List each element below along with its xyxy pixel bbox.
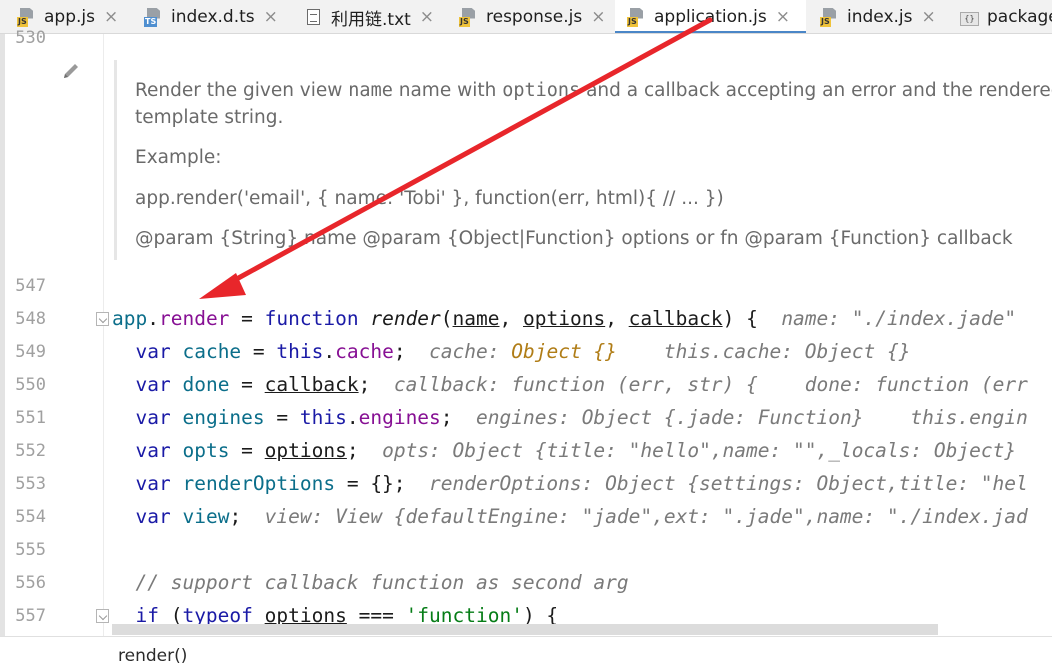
tab-exploit-chain-txt[interactable]: 利用链.txt ×	[290, 0, 450, 33]
tab-label: package	[987, 7, 1052, 27]
ts-file-icon: TS	[144, 7, 163, 27]
code-line-552[interactable]: var opts = options; opts: Object {title:…	[112, 434, 1016, 467]
line-number: 551	[15, 408, 46, 428]
tab-label: 利用链.txt	[331, 9, 411, 30]
active-tab-indicator	[615, 31, 806, 33]
line-number: 552	[15, 441, 46, 461]
doc-example-code: app.render('email', { name: 'Tobi' }, fu…	[135, 188, 724, 209]
line-number: 547	[15, 276, 46, 296]
code-line-554[interactable]: var view; view: View {defaultEngine: "ja…	[112, 500, 1028, 533]
tab-label: app.js	[44, 7, 95, 27]
close-icon[interactable]: ×	[776, 7, 790, 27]
edit-doc-pencil-icon[interactable]	[60, 60, 82, 82]
tab-label: application.js	[654, 7, 767, 27]
inline-debug-value: opts: Object {title: "hello",name: "",_l…	[382, 439, 1017, 462]
code-line-556[interactable]: // support callback function as second a…	[112, 566, 628, 599]
close-icon[interactable]: ×	[591, 7, 605, 27]
tab-package-json[interactable]: {} package	[948, 0, 1052, 33]
line-number: 553	[15, 474, 46, 494]
fold-toggle-icon[interactable]	[96, 312, 109, 326]
doc-params: @param {String} name @param {Object|Func…	[135, 228, 1013, 249]
fold-toggle-icon[interactable]	[96, 609, 109, 623]
line-number: 557	[15, 606, 46, 626]
code-line-548[interactable]: app.render = function render(name, optio…	[112, 302, 1028, 335]
line-number: 554	[15, 507, 46, 527]
text-file-icon	[304, 8, 323, 27]
close-icon[interactable]: ×	[420, 7, 434, 27]
inline-debug-value: callback: function (err, str) { done: fu…	[393, 373, 1028, 396]
line-number: 549	[15, 342, 46, 362]
code-line-553[interactable]: var renderOptions = {}; renderOptions: O…	[112, 467, 1028, 500]
line-number: 555	[15, 540, 46, 560]
tab-label: response.js	[486, 7, 583, 27]
tab-application-js[interactable]: JS application.js ×	[615, 0, 806, 33]
line-number: 530	[15, 28, 46, 48]
code-line-551[interactable]: var engines = this.engines; engines: Obj…	[112, 401, 1028, 434]
js-file-icon: JS	[17, 7, 36, 27]
tab-label: index.js	[847, 7, 913, 27]
breadcrumb-function[interactable]: render()	[118, 646, 187, 666]
close-icon[interactable]: ×	[104, 7, 118, 27]
doc-example-label: Example:	[135, 147, 222, 168]
tab-index-d-ts[interactable]: TS index.d.ts ×	[130, 0, 290, 33]
tab-label: index.d.ts	[171, 7, 255, 27]
breadcrumb-bar: render()	[0, 636, 1052, 667]
inline-debug-value: engines: Object {.jade: Function} this.e…	[476, 406, 1028, 429]
line-number: 550	[15, 375, 46, 395]
code-line-550[interactable]: var done = callback; callback: function …	[112, 368, 1028, 401]
js-file-icon: JS	[820, 7, 839, 27]
inline-debug-value: cache: Object {} this.cache: Object {}	[429, 340, 911, 363]
horizontal-scrollbar[interactable]	[112, 624, 938, 635]
line-number: 548	[15, 309, 46, 329]
tab-response-js[interactable]: JS response.js ×	[450, 0, 615, 33]
js-file-icon: JS	[459, 7, 478, 27]
doc-description-cont: template string.	[135, 107, 284, 128]
editor-tab-bar: JS app.js × TS index.d.ts × 利用链.txt × JS…	[0, 0, 1052, 34]
inline-debug-value: renderOptions: Object {settings: Object,…	[429, 472, 1028, 495]
tab-index-js[interactable]: JS index.js ×	[806, 0, 948, 33]
rendered-doc-comment: Render the given view name name with opt…	[114, 60, 1052, 260]
line-number: 556	[15, 573, 46, 593]
inline-debug-value: name: "./index.jade"	[781, 307, 1028, 330]
close-icon[interactable]: ×	[922, 7, 936, 27]
doc-description: Render the given view name name with opt…	[135, 80, 1052, 101]
code-line-549[interactable]: var cache = this.cache; cache: Object {}…	[112, 335, 910, 368]
close-icon[interactable]: ×	[264, 7, 278, 27]
js-file-icon: JS	[627, 7, 646, 27]
inline-debug-value: view: View {defaultEngine: "jade",ext: "…	[264, 505, 1028, 528]
json-file-icon: {}	[960, 8, 979, 27]
